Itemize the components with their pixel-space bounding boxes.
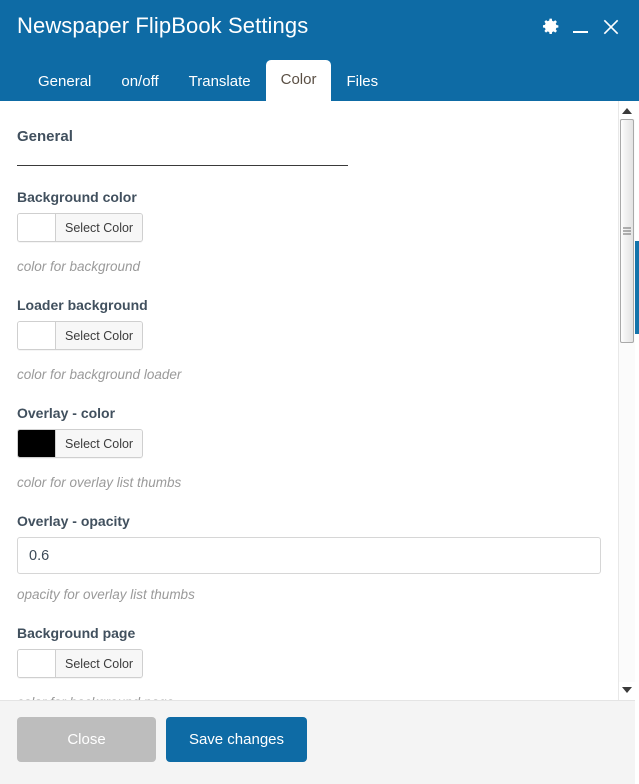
tab-files[interactable]: Files (331, 64, 393, 101)
save-changes-button[interactable]: Save changes (166, 717, 307, 762)
scrollbar-track[interactable] (619, 119, 635, 682)
scrollbar-thumb[interactable] (620, 119, 634, 343)
tab-color[interactable]: Color (265, 60, 332, 101)
select-color-button[interactable]: Select Color (56, 430, 143, 457)
window-header: Newspaper FlipBook Settings General on/o… (0, 0, 639, 101)
field-label: Overlay - color (17, 405, 116, 421)
field-description: color for background (17, 259, 141, 274)
field-description: color for overlay list thumbs (17, 475, 182, 490)
field-label: Loader background (17, 297, 148, 313)
page-scrollbar-thumb[interactable] (635, 241, 639, 334)
color-swatch[interactable] (18, 650, 56, 677)
field-loader-background: Loader background Select Color color for… (17, 297, 601, 382)
gear-icon[interactable] (540, 16, 561, 37)
tab-translate[interactable]: Translate (174, 64, 266, 101)
tab-bar: General on/off Translate Color Files (0, 60, 393, 101)
window-controls (540, 16, 621, 37)
dialog-footer: Close Save changes (0, 700, 635, 784)
panel-scrollbar[interactable] (618, 101, 635, 700)
minimize-icon[interactable] (572, 17, 590, 36)
close-icon[interactable] (601, 17, 621, 37)
field-background-page: Background page Select Color color for b… (17, 625, 601, 700)
page-scrollbar-track[interactable] (635, 101, 639, 784)
color-swatch[interactable] (18, 322, 56, 349)
field-label: Background page (17, 625, 136, 641)
select-color-button[interactable]: Select Color (56, 322, 143, 349)
scroll-down-arrow-icon[interactable] (619, 682, 635, 698)
tab-general[interactable]: General (23, 64, 106, 101)
field-overlay-color: Overlay - color Select Color color for o… (17, 405, 601, 490)
select-color-button[interactable]: Select Color (56, 214, 143, 241)
settings-window: Newspaper FlipBook Settings General on/o… (0, 0, 639, 784)
select-color-button[interactable]: Select Color (56, 650, 143, 677)
field-description: opacity for overlay list thumbs (17, 587, 195, 602)
field-description: color for background loader (17, 367, 182, 382)
field-overlay-opacity: Overlay - opacity opacity for overlay li… (17, 513, 601, 602)
field-label: Background color (17, 189, 137, 205)
field-background-color: Background color Select Color color for … (17, 189, 601, 274)
overlay-opacity-input[interactable] (17, 537, 601, 574)
field-label: Overlay - opacity (17, 513, 130, 529)
tab-onoff[interactable]: on/off (106, 64, 173, 101)
overlay-color-picker[interactable]: Select Color (17, 429, 144, 458)
background-page-color-picker[interactable]: Select Color (17, 649, 144, 678)
background-color-picker[interactable]: Select Color (17, 213, 144, 242)
color-swatch[interactable] (18, 214, 56, 241)
section-heading: General (17, 128, 73, 145)
settings-panel: General Background color Select Color co… (0, 101, 618, 700)
scrollbar-grip-icon (623, 227, 631, 235)
color-swatch[interactable] (18, 430, 56, 457)
page-title: Newspaper FlipBook Settings (17, 13, 309, 38)
section-divider (17, 165, 348, 166)
loader-background-color-picker[interactable]: Select Color (17, 321, 144, 350)
scroll-up-arrow-icon[interactable] (619, 103, 635, 119)
close-button[interactable]: Close (17, 717, 156, 762)
